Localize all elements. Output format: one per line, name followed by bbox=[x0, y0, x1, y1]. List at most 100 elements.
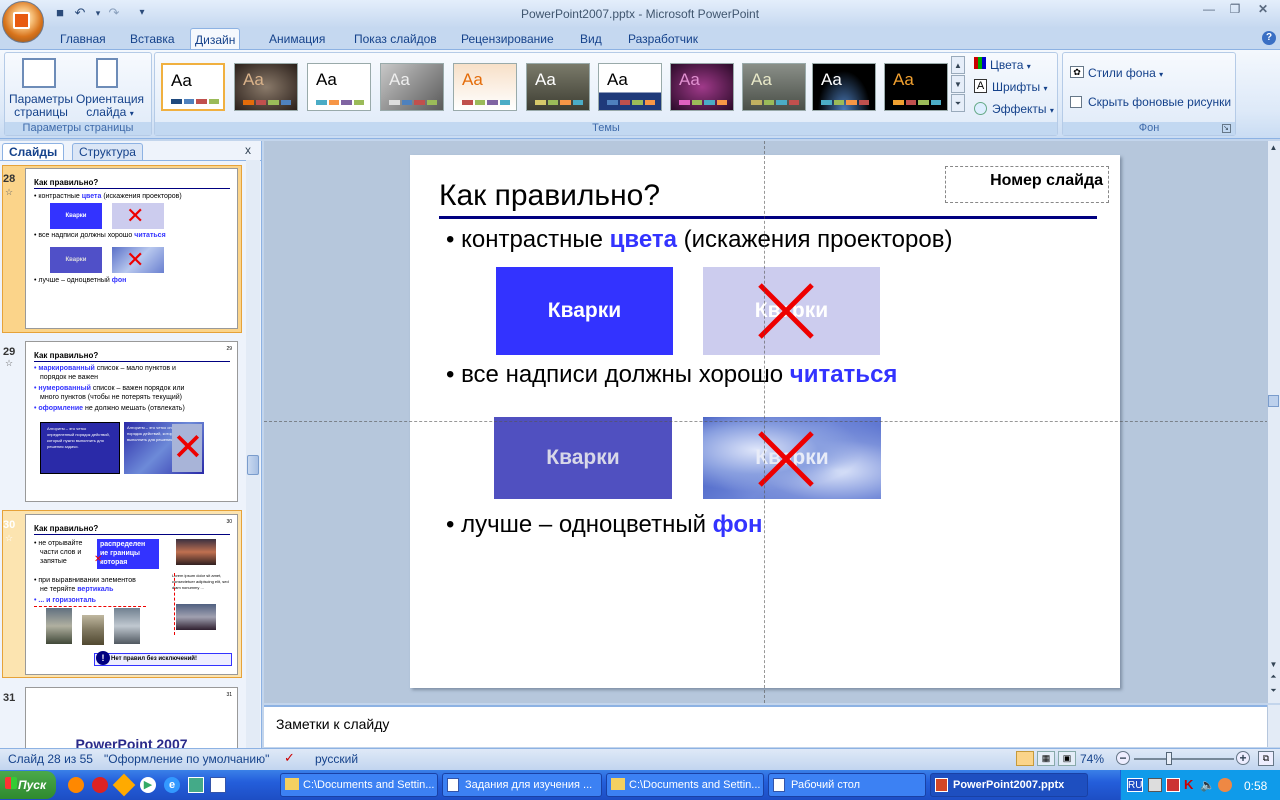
zoom-slider-handle[interactable] bbox=[1166, 752, 1172, 765]
theme-color-bars bbox=[243, 100, 291, 105]
zoom-level[interactable]: 74% bbox=[1080, 752, 1104, 766]
slide-thumb-31[interactable]: 31 PowerPoint 2007 bbox=[25, 687, 238, 748]
fit-to-window-icon[interactable]: ⧉ bbox=[1258, 751, 1274, 766]
antivirus-icon[interactable]: K bbox=[1184, 777, 1193, 792]
editor-vertical-scrollbar[interactable] bbox=[1267, 141, 1280, 703]
tab-animation[interactable]: Анимация bbox=[265, 28, 329, 50]
tray-app-icon[interactable] bbox=[1218, 778, 1232, 792]
tab-insert[interactable]: Вставка bbox=[126, 28, 179, 50]
undo-dropdown-icon[interactable]: ▾ bbox=[90, 5, 106, 21]
thumb-line: • оформление не должно мешать (отвлекать… bbox=[34, 405, 185, 412]
tab-home[interactable]: Главная bbox=[56, 28, 110, 50]
tab-outline[interactable]: Структура bbox=[72, 143, 143, 160]
horizontal-guide[interactable] bbox=[264, 421, 1268, 422]
language-indicator[interactable]: RU bbox=[1127, 778, 1143, 792]
tab-slideshow[interactable]: Показ слайдов bbox=[350, 28, 441, 50]
editor-scroll-thumb[interactable] bbox=[1268, 395, 1279, 407]
tab-view[interactable]: Вид bbox=[576, 28, 606, 50]
hide-background-checkbox[interactable] bbox=[1070, 96, 1082, 108]
slides-panel-scrollbar[interactable] bbox=[246, 160, 260, 748]
status-theme-name[interactable]: "Оформление по умолчанию" bbox=[104, 752, 269, 766]
scroll-down-icon[interactable]: ▼ bbox=[1268, 660, 1279, 672]
safely-remove-icon[interactable] bbox=[1166, 778, 1180, 792]
background-dialog-launcher-icon[interactable]: ↘ bbox=[1222, 124, 1231, 133]
opera-icon[interactable] bbox=[92, 777, 108, 793]
network-icon[interactable] bbox=[1148, 778, 1162, 792]
redo-icon[interactable]: ↷ bbox=[106, 5, 122, 21]
task-folder-2[interactable]: C:\Documents and Settin... bbox=[606, 773, 764, 797]
theme-11[interactable]: Aa bbox=[884, 63, 948, 111]
zoom-out-icon[interactable]: − bbox=[1116, 751, 1130, 765]
tab-review[interactable]: Рецензирование bbox=[457, 28, 558, 50]
minimize-icon[interactable]: — bbox=[1196, 2, 1222, 18]
tab-design[interactable]: Дизайн bbox=[190, 28, 241, 50]
slide-thumb-29[interactable]: 29 Как правильно? • маркированный список… bbox=[25, 341, 238, 502]
orientation-button[interactable]: Ориентация слайда ▾ bbox=[74, 93, 146, 120]
vertical-guide[interactable] bbox=[764, 141, 765, 703]
close-icon[interactable]: ✕ bbox=[1250, 2, 1276, 18]
theme-colors-button[interactable]: Цвета ▾ bbox=[990, 58, 1031, 72]
page-setup-group-label: Параметры страницы bbox=[5, 122, 151, 135]
notes-scrollbar[interactable] bbox=[1267, 705, 1280, 747]
help-icon[interactable]: ? bbox=[1262, 31, 1276, 45]
theme-7[interactable]: Aa bbox=[598, 63, 662, 111]
theme-10[interactable]: Aa bbox=[812, 63, 876, 111]
theme-office[interactable]: Aa bbox=[161, 63, 225, 111]
slide-thumb-30[interactable]: 30 Как правильно? • не отрывайте части с… bbox=[25, 514, 238, 675]
zoom-slider-track[interactable] bbox=[1134, 758, 1234, 760]
clock[interactable]: 0:58 bbox=[1244, 779, 1267, 793]
tab-slides[interactable]: Слайды bbox=[2, 143, 65, 160]
themes-scroll-up-icon[interactable]: ▲ bbox=[951, 56, 965, 74]
bullet-char: • bbox=[446, 511, 455, 538]
customize-toolbar-icon[interactable]: ▾ bbox=[134, 5, 150, 21]
bullet-3[interactable]: • лучше – одноцветный фон bbox=[446, 511, 763, 539]
previous-slide-icon[interactable]: ⏶ bbox=[1268, 672, 1279, 684]
themes-scroll-down-icon[interactable]: ▼ bbox=[951, 75, 965, 93]
theme-effects-button[interactable]: Эффекты ▾ bbox=[992, 102, 1054, 116]
background-styles-button[interactable]: Стили фона ▾ bbox=[1088, 66, 1163, 80]
task-folder-1[interactable]: C:\Documents and Settin... bbox=[280, 773, 438, 797]
explorer-window-icon[interactable] bbox=[210, 777, 226, 793]
notes-placeholder[interactable]: Заметки к слайду bbox=[276, 716, 389, 732]
themes-more-icon[interactable]: ⏷ bbox=[951, 94, 965, 112]
scroll-up-icon[interactable]: ▲ bbox=[1268, 143, 1279, 155]
theme-4[interactable]: Aa bbox=[380, 63, 444, 111]
theme-6[interactable]: Aa bbox=[526, 63, 590, 111]
bullet-2[interactable]: • все надписи должны хорошо читаться bbox=[446, 361, 897, 389]
media-player-icon[interactable]: ▶ bbox=[140, 777, 156, 793]
slides-panel-scroll-thumb[interactable] bbox=[247, 455, 259, 475]
tab-developer[interactable]: Разработчик bbox=[624, 28, 702, 50]
save-icon[interactable]: ■ bbox=[52, 5, 68, 21]
undo-icon[interactable]: ↶ bbox=[72, 5, 88, 21]
box-kvarki-blue[interactable]: Кварки bbox=[496, 267, 673, 355]
firefox-icon[interactable] bbox=[68, 777, 84, 793]
maximize-icon[interactable]: ❐ bbox=[1222, 2, 1248, 18]
box-kvarki-medium[interactable]: Кварки bbox=[494, 417, 672, 499]
theme-9[interactable]: Aa bbox=[742, 63, 806, 111]
slideshow-view-button[interactable]: ▣ bbox=[1058, 751, 1076, 766]
task-powerpoint[interactable]: PowerPoint2007.pptx bbox=[930, 773, 1088, 797]
desktop-icon[interactable] bbox=[188, 777, 204, 793]
next-slide-icon[interactable]: ⏷ bbox=[1268, 686, 1279, 698]
slide-sorter-view-button[interactable]: ▦ bbox=[1037, 751, 1055, 766]
bullet-1[interactable]: • контрастные цвета (искажения проекторо… bbox=[446, 226, 952, 254]
panel-close-icon[interactable]: x bbox=[245, 143, 257, 157]
spellcheck-icon[interactable]: ✓ bbox=[284, 750, 295, 766]
status-slide-count[interactable]: Слайд 28 из 55 bbox=[8, 752, 93, 766]
theme-5[interactable]: Aa bbox=[453, 63, 517, 111]
normal-view-button[interactable] bbox=[1016, 751, 1034, 766]
task-word-document[interactable]: Задания для изучения ... bbox=[442, 773, 602, 797]
task-desktop[interactable]: Рабочий стол bbox=[768, 773, 926, 797]
theme-fonts-button[interactable]: Шрифты ▾ bbox=[992, 80, 1047, 94]
slide-thumb-28[interactable]: Как правильно? • контрастные цвета (иска… bbox=[25, 168, 238, 329]
volume-icon[interactable]: 🔈 bbox=[1200, 778, 1215, 792]
zoom-in-icon[interactable]: + bbox=[1236, 751, 1250, 765]
page-setup-button[interactable]: Параметры страницы bbox=[6, 93, 76, 119]
theme-3[interactable]: Aa bbox=[307, 63, 371, 111]
internet-explorer-icon[interactable]: e bbox=[164, 777, 180, 793]
status-language[interactable]: русский bbox=[315, 752, 358, 766]
notes-pane[interactable] bbox=[264, 705, 1268, 747]
theme-8[interactable]: Aa bbox=[670, 63, 734, 111]
slide-title[interactable]: Как правильно? bbox=[439, 179, 660, 213]
theme-2[interactable]: Aa bbox=[234, 63, 298, 111]
